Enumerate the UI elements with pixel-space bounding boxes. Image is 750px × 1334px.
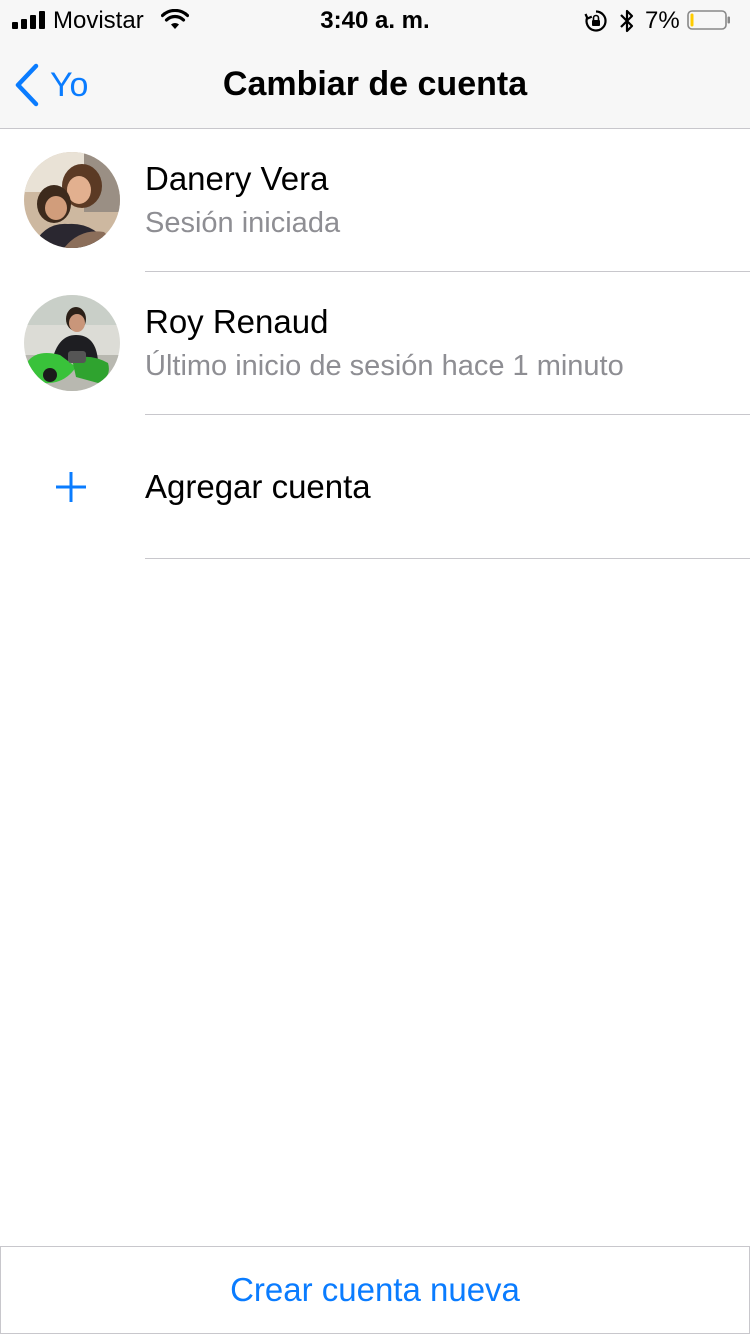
row-divider [145, 558, 750, 559]
account-name: Roy Renaud [145, 303, 329, 340]
account-list: Danery Vera Sesión iniciada Roy Renaud Ú… [0, 129, 750, 559]
page-title: Cambiar de cuenta [222, 65, 528, 103]
status-bar: Movistar 3:40 a. m. 7% [0, 0, 750, 40]
add-account-label: Agregar cuenta [145, 468, 371, 505]
plus-icon [54, 470, 88, 509]
account-status: Sesión iniciada [145, 207, 341, 239]
clock: 3:40 a. m. [320, 7, 430, 34]
bluetooth-icon [618, 8, 636, 39]
navigation-bar: Yo Cambiar de cuenta [0, 40, 750, 129]
avatar [24, 152, 120, 248]
account-row-danery-vera[interactable]: Danery Vera Sesión iniciada [0, 129, 750, 272]
battery-percent: 7% [645, 7, 680, 34]
create-account-label: Crear cuenta nueva [230, 1271, 520, 1308]
account-name: Danery Vera [145, 160, 329, 197]
account-row-roy-renaud[interactable]: Roy Renaud Último inicio de sesión hace … [0, 272, 750, 415]
create-account-button[interactable]: Crear cuenta nueva [0, 1246, 750, 1334]
add-account-row[interactable]: Agregar cuenta [0, 415, 750, 559]
rotation-lock-icon [584, 9, 608, 38]
avatar [24, 295, 120, 391]
screen: Movistar 3:40 a. m. 7% Yo Cambiar de cue… [0, 0, 750, 1334]
account-status: Último inicio de sesión hace 1 minuto [145, 350, 624, 382]
battery-icon [687, 10, 731, 30]
